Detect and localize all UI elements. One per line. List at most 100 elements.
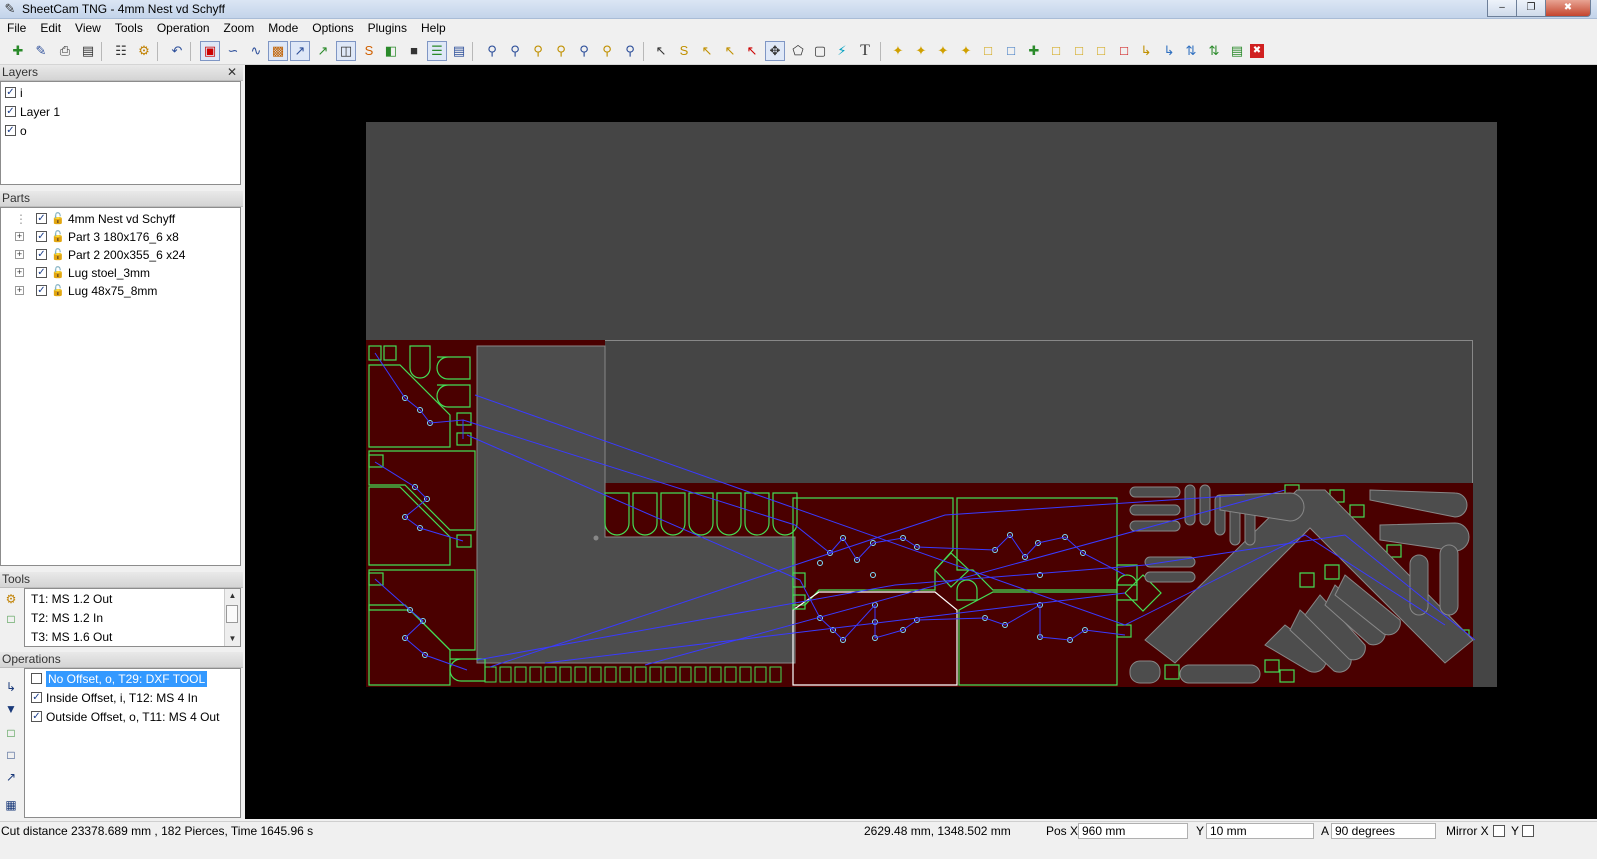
tool-item[interactable]: T3: MS 1.6 Out: [31, 628, 112, 646]
expand-icon[interactable]: +: [15, 232, 24, 242]
copy-operation-icon[interactable]: □: [2, 746, 20, 764]
op-move-down-icon[interactable]: ↳: [1159, 41, 1179, 61]
new-job-icon[interactable]: ✚: [8, 41, 28, 61]
edit-job-icon[interactable]: ✎: [31, 41, 51, 61]
op-run-icon[interactable]: ▤: [1227, 41, 1247, 61]
scroll-up-icon[interactable]: ▲: [225, 589, 240, 603]
menu-tools[interactable]: Tools: [108, 19, 150, 38]
expand-icon[interactable]: +: [15, 268, 24, 278]
operation-checkbox[interactable]: [31, 673, 42, 685]
pos-x-field[interactable]: 960 mm: [1078, 823, 1188, 839]
menu-zoom[interactable]: Zoom: [217, 19, 262, 38]
parts-tree-item[interactable]: + 🔓Part 3 180x176_6 x8: [15, 228, 179, 246]
op-centre-punch-icon[interactable]: □: [1001, 41, 1021, 61]
print-icon[interactable]: ⎙: [55, 41, 75, 61]
menu-edit[interactable]: Edit: [33, 19, 68, 38]
mirror-icon[interactable]: ⚡: [832, 41, 852, 61]
op-engrave-icon[interactable]: □: [1091, 41, 1111, 61]
unlock-icon[interactable]: 🔓: [51, 231, 65, 243]
unlock-icon[interactable]: 🔓: [51, 249, 65, 261]
layers-icon[interactable]: ☰: [427, 41, 447, 61]
tool-item[interactable]: T1: MS 1.2 Out: [31, 590, 112, 608]
operation-item-selected[interactable]: No Offset, o, T29: DXF TOOL: [31, 670, 236, 688]
undo-icon[interactable]: ↶: [167, 41, 187, 61]
zoom-window-icon[interactable]: ⚲: [528, 41, 548, 61]
show-leadins-icon[interactable]: ↗: [290, 41, 310, 61]
menu-mode[interactable]: Mode: [261, 19, 305, 38]
op-pocket-icon[interactable]: ✦: [956, 41, 976, 61]
drill-operation-icon[interactable]: ▼: [2, 700, 20, 718]
print-preview-icon[interactable]: ▤: [78, 41, 98, 61]
part-checkbox[interactable]: [36, 249, 47, 261]
edit-operation-icon[interactable]: □: [2, 724, 20, 742]
mirror-y-checkbox[interactable]: [1522, 825, 1534, 837]
unlock-icon[interactable]: 🔓: [51, 285, 65, 297]
zoom-extents-icon[interactable]: ⚲: [574, 41, 594, 61]
pos-y-field[interactable]: 10 mm: [1206, 823, 1314, 839]
expand-icon[interactable]: +: [15, 286, 24, 296]
path-operation-icon[interactable]: ↗: [2, 768, 20, 786]
operation-checkbox[interactable]: [31, 711, 42, 723]
operation-item[interactable]: Inside Offset, i, T12: MS 4 In: [31, 689, 198, 707]
zoom-in-icon[interactable]: ⚲: [482, 41, 502, 61]
show-start-points-icon[interactable]: S: [359, 41, 379, 61]
close-icon[interactable]: ✕: [227, 65, 237, 80]
restore-button[interactable]: ❐: [1516, 0, 1546, 17]
op-outside-icon[interactable]: ✦: [888, 41, 908, 61]
text-tool-icon[interactable]: T: [855, 41, 875, 61]
layer-item-layer-1[interactable]: Layer 1: [5, 103, 60, 121]
parts-tree-root[interactable]: ⋮🔓4mm Nest vd Schyff: [15, 210, 175, 228]
operation-checkbox[interactable]: [31, 692, 42, 704]
select-start-icon[interactable]: S: [674, 41, 694, 61]
parts-tree-item[interactable]: + 🔓Lug stoel_3mm: [15, 264, 150, 282]
op-move-up-icon[interactable]: ↳: [1136, 41, 1156, 61]
menu-help[interactable]: Help: [414, 19, 453, 38]
tools-scrollbar[interactable]: ▲ ▼: [224, 589, 240, 646]
part-checkbox[interactable]: [36, 231, 47, 243]
select-path-icon[interactable]: ↖: [742, 41, 762, 61]
op-sort-icon[interactable]: ⇅: [1181, 41, 1201, 61]
op-tool-change-icon[interactable]: ⇅: [1204, 41, 1224, 61]
operation-item[interactable]: Outside Offset, o, T11: MS 4 Out: [31, 708, 219, 726]
tool-item[interactable]: T2: MS 1.2 In: [31, 609, 103, 627]
part-checkbox[interactable]: [36, 285, 47, 297]
new-operation-icon[interactable]: ↳: [2, 678, 20, 696]
menu-operation[interactable]: Operation: [150, 19, 217, 38]
menu-options[interactable]: Options: [305, 19, 360, 38]
nest-drawing[interactable]: [245, 65, 1597, 819]
part-checkbox[interactable]: [36, 213, 47, 225]
set-start-point-icon[interactable]: ↖: [697, 41, 717, 61]
part-checkbox[interactable]: [36, 267, 47, 279]
set-leadin-icon[interactable]: ↖: [720, 41, 740, 61]
new-tool-icon[interactable]: ⚙: [2, 590, 20, 608]
show-tool-icon[interactable]: ◫: [336, 41, 356, 61]
menu-file[interactable]: File: [0, 19, 33, 38]
move-icon[interactable]: ✥: [765, 41, 785, 61]
op-add-icon[interactable]: ✚: [1024, 41, 1044, 61]
zoom-out-icon[interactable]: ⚲: [505, 41, 525, 61]
show-direction-icon[interactable]: ↗: [313, 41, 333, 61]
layer-item-o[interactable]: o: [5, 122, 27, 140]
show-plate-icon[interactable]: ■: [404, 41, 424, 61]
drawing-canvas[interactable]: [245, 65, 1597, 819]
zoom-all-icon[interactable]: ⚲: [620, 41, 640, 61]
show-offsets-icon[interactable]: ▩: [268, 41, 288, 61]
rotate-icon[interactable]: ⬠: [788, 41, 808, 61]
unlock-icon[interactable]: 🔓: [51, 213, 65, 225]
edit-tool-icon[interactable]: □: [2, 610, 20, 628]
op-no-offset-icon[interactable]: ✦: [933, 41, 953, 61]
layer-item-i[interactable]: i: [5, 84, 23, 102]
unlock-icon[interactable]: 🔓: [51, 267, 65, 279]
op-chamfer-icon[interactable]: □: [1069, 41, 1089, 61]
scroll-down-icon[interactable]: ▼: [225, 632, 240, 646]
layer-i-checkbox[interactable]: [5, 87, 16, 99]
parts-tree-item[interactable]: + 🔓Lug 48x75_8mm: [15, 282, 157, 300]
post-process-icon[interactable]: ⚙: [134, 41, 154, 61]
calculator-icon[interactable]: ☷: [111, 41, 131, 61]
angle-field[interactable]: 90 degrees: [1331, 823, 1436, 839]
show-rapids-icon[interactable]: ∿: [246, 41, 266, 61]
zoom-parts-icon[interactable]: ⚲: [551, 41, 571, 61]
op-stop-icon[interactable]: ✖: [1250, 44, 1264, 58]
table-operation-icon[interactable]: ▦: [2, 796, 20, 814]
mirror-x-checkbox[interactable]: [1493, 825, 1505, 837]
